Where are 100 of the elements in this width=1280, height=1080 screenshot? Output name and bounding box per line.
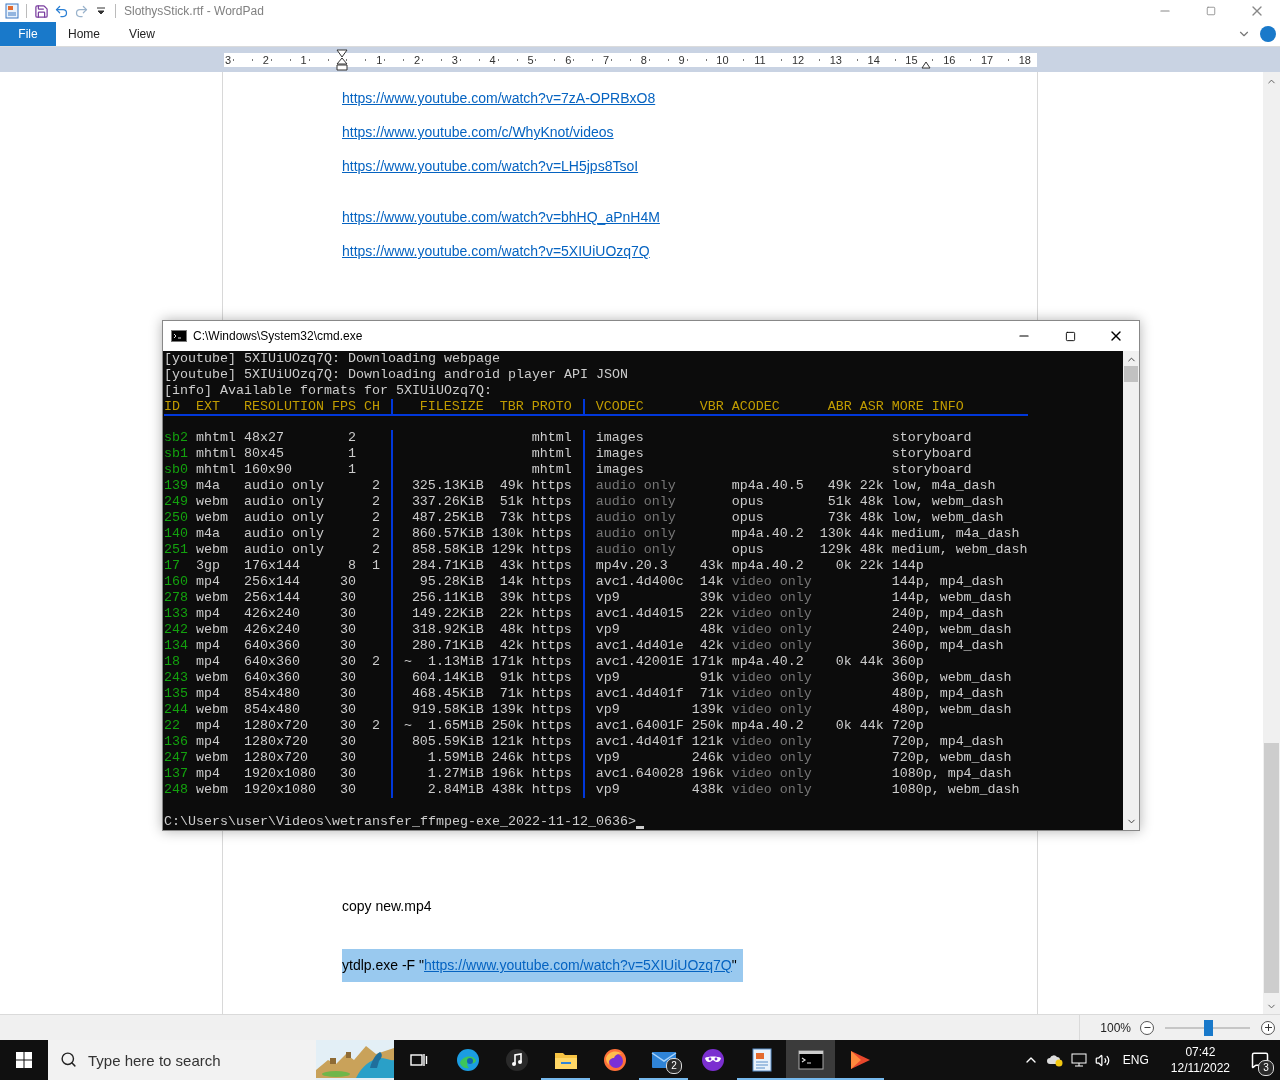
vbr-value: 246k — [691, 750, 724, 765]
proto-value: https — [531, 542, 572, 557]
id-value: 137 — [164, 766, 188, 781]
fps-value: 30 — [339, 622, 356, 637]
resolution-value: 160x90 — [243, 462, 292, 477]
ruler-number: 2 — [261, 53, 270, 66]
asr-value: 44k — [859, 718, 884, 733]
ruler-number: 9 — [677, 53, 686, 66]
language-indicator[interactable]: ENG — [1122, 1053, 1149, 1067]
terminal-icon — [171, 330, 187, 342]
tbr-value: 14k — [499, 574, 524, 589]
more-info-value: low, webm_dash — [891, 494, 1004, 509]
taskbar-app-button[interactable]: 2 — [639, 1040, 688, 1080]
more-info-value: storyboard — [891, 446, 972, 461]
link[interactable]: https://www.youtube.com/watch?v=5XIUiUOzq7Q — [342, 243, 650, 259]
acodec-value: video only — [731, 734, 812, 749]
abr-value: 0k — [835, 558, 852, 573]
proto-value: https — [531, 590, 572, 605]
link[interactable]: https://www.youtube.com/watch?v=LH5jps8TsoI — [342, 158, 639, 174]
save-icon[interactable] — [33, 3, 49, 19]
fps-value: 30 — [339, 766, 356, 781]
browser-icon[interactable] — [455, 1048, 480, 1072]
tbr-value: 71k — [499, 686, 524, 701]
scroll-thumb[interactable] — [1124, 366, 1138, 382]
tbr-value: 139k — [491, 702, 524, 717]
volume-icon[interactable] — [1095, 1052, 1111, 1068]
help-icon[interactable] — [1260, 26, 1276, 42]
resolution-value: audio only — [243, 478, 324, 493]
vbr-value: 14k — [699, 574, 724, 589]
taskbar-app-button[interactable] — [786, 1040, 835, 1080]
network-icon[interactable] — [1070, 1053, 1087, 1067]
right-indent-marker[interactable] — [921, 59, 931, 69]
scrollbar[interactable] — [1263, 72, 1280, 1014]
ruler-number: 10 — [715, 53, 730, 66]
id-value: 136 — [164, 734, 188, 749]
wordpad-icon[interactable] — [5, 3, 19, 19]
ribbon-tab[interactable]: View — [114, 22, 170, 46]
tbr-value: 51k — [499, 494, 524, 509]
ch-value: 2 — [371, 526, 380, 541]
column-header: RESOLUTION — [243, 399, 324, 414]
id-value: 22 — [164, 718, 180, 733]
id-value: 18 — [164, 654, 180, 669]
fox-icon[interactable] — [602, 1048, 627, 1072]
mask-icon[interactable] — [700, 1048, 725, 1072]
music-note-icon[interactable] — [504, 1048, 529, 1072]
ribbon-tab[interactable]: Home — [56, 22, 112, 46]
resolution-value: 1280x720 — [243, 718, 308, 733]
fps-value: 30 — [339, 686, 356, 701]
ruler-number: 16 — [942, 53, 957, 66]
ext-value: webm — [196, 510, 228, 525]
file-menu-button[interactable]: File — [0, 22, 56, 46]
filesize-value: 1.59MiB — [427, 750, 484, 765]
vcodec-value: avc1.4d401f — [595, 686, 684, 701]
resolution-value: 48x27 — [243, 430, 284, 445]
document-text: copy new.mp4 — [342, 898, 432, 915]
folder-icon[interactable] — [553, 1050, 578, 1070]
more-info-value: 144p, webm_dash — [891, 590, 1012, 605]
search-field[interactable]: Type here to search — [48, 1040, 316, 1080]
link[interactable]: https://www.youtube.com/c/WhyKnot/videos — [342, 124, 614, 140]
ext-value: mp4 — [196, 654, 220, 669]
acodec-value: mp4a.40.2 — [731, 654, 804, 669]
more-info-value: 360p, webm_dash — [891, 670, 1012, 685]
terminal-icon[interactable] — [797, 1050, 824, 1070]
document-icon[interactable] — [750, 1048, 773, 1072]
undo-icon[interactable] — [53, 3, 69, 19]
link[interactable]: https://www.youtube.com/watch?v=7zA-OPRBxO8 — [342, 90, 656, 106]
acodec-value: video only — [731, 766, 812, 781]
task-view-icon[interactable] — [409, 1052, 428, 1068]
asr-value: 44k — [859, 654, 884, 669]
ruler-number: 13 — [828, 53, 843, 66]
vcodec-value: audio only — [595, 478, 676, 493]
vbr-value: 42k — [699, 638, 724, 653]
clock[interactable]: 07:42 12/11/2022 — [1170, 1044, 1230, 1076]
filesize-value: 149.22KiB — [411, 606, 484, 621]
filesize-value: 95.28KiB — [419, 574, 484, 589]
column-header: ID — [164, 399, 180, 414]
log-line: [youtube] 5XIUiUOzq7Q: Downloading webpage — [164, 351, 500, 367]
id-value: sb1 — [164, 446, 188, 461]
cloud-warning-icon[interactable] — [1045, 1053, 1064, 1067]
scroll-thumb[interactable] — [1264, 743, 1279, 993]
acodec-value: video only — [731, 702, 812, 717]
more-info-value: 144p, mp4_dash — [891, 574, 1004, 589]
ext-value: webm — [196, 782, 228, 797]
ruler-number: 7 — [601, 53, 611, 66]
more-info-value: low, webm_dash — [891, 510, 1004, 525]
link[interactable]: https://www.youtube.com/watch?v=bhHQ_aPnH4M — [342, 209, 660, 225]
ext-value: webm — [196, 494, 228, 509]
notifications-button[interactable]: 3 — [1240, 1040, 1280, 1080]
scrollbar[interactable] — [1123, 351, 1139, 830]
zoom-in-button[interactable] — [1261, 1020, 1275, 1035]
customize-menu-icon[interactable] — [96, 6, 106, 16]
search-icon — [60, 1051, 77, 1068]
link[interactable]: https://www.youtube.com/watch?v=5XIUiUOzq7Q — [424, 957, 732, 973]
more-info-value: 1080p, mp4_dash — [891, 766, 1012, 781]
proto-value: https — [531, 686, 572, 701]
indent-marker[interactable] — [336, 48, 348, 71]
zoom-out-button[interactable] — [1140, 1020, 1154, 1035]
vcodec-value: avc1.4d4015 — [595, 606, 684, 621]
more-info-value: medium, m4a_dash — [891, 526, 1020, 541]
more-info-value: 360p, mp4_dash — [891, 638, 1004, 653]
